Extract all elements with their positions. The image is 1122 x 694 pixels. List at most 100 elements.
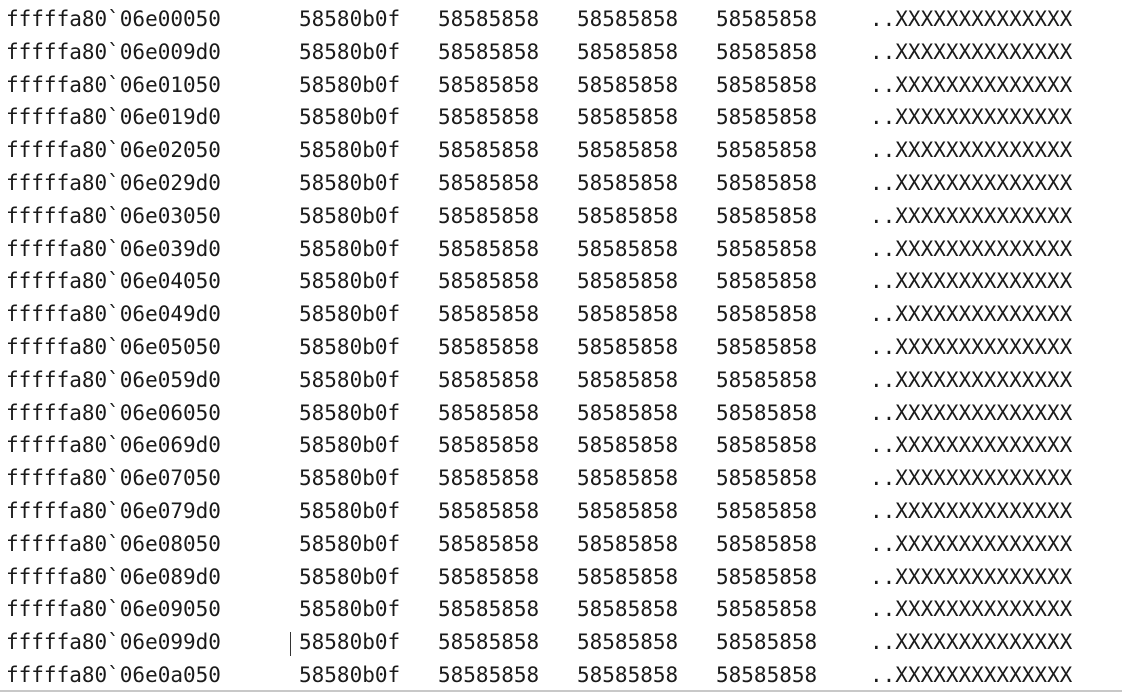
dword-value: 58585858: [577, 203, 679, 228]
dword-value: 58585858: [577, 105, 679, 130]
ascii-column: ..XXXXXXXXXXXXXX: [870, 433, 1073, 458]
dword-value: 58585858: [716, 597, 818, 622]
dword-value: 58585858: [438, 302, 540, 327]
dword-value: 58585858: [716, 662, 818, 687]
dword-value: 58580b0f: [299, 662, 401, 687]
dword-value: 58585858: [716, 334, 818, 359]
row-address: fffffa80`06e079d0: [6, 498, 221, 523]
dword-value: 58585858: [438, 531, 540, 556]
row-address: fffffa80`06e099d0: [6, 630, 221, 655]
dword-value: 58585858: [577, 302, 679, 327]
dump-row: fffffa80`06e049d0 58580b0f 58585858 5858585…: [6, 298, 1116, 331]
ascii-column: ..XXXXXXXXXXXXXX: [870, 203, 1073, 228]
dword-value: 58585858: [577, 7, 679, 31]
dword-value: 58585858: [716, 302, 818, 327]
dump-row: fffffa80`06e0a050 58580b0f 58585858 5858585…: [6, 659, 1116, 692]
dword-value: 58580b0f: [299, 597, 401, 622]
dword-value: 58585858: [716, 170, 818, 195]
dword-value: 58585858: [716, 138, 818, 163]
dword-value: 58585858: [438, 433, 540, 458]
dword-value: 58585858: [577, 564, 679, 589]
dword-value: 58585858: [577, 269, 679, 294]
dword-value: 58580b0f: [299, 39, 401, 64]
row-address: fffffa80`06e09050: [6, 597, 221, 622]
ascii-column: ..XXXXXXXXXXXXXX: [870, 564, 1073, 589]
dword-value: 58585858: [716, 466, 818, 491]
dword-value: 58585858: [577, 400, 679, 425]
dword-value: 58580b0f: [299, 498, 401, 523]
ascii-column: ..XXXXXXXXXXXXXX: [870, 498, 1073, 523]
dword-value: 58585858: [438, 203, 540, 228]
dword-value: 58585858: [438, 630, 540, 655]
dump-row: fffffa80`06e02050 58580b0f 58585858 5858585…: [6, 134, 1116, 167]
dword-value: 58580b0f: [299, 170, 401, 195]
ascii-column: ..XXXXXXXXXXXXXX: [870, 39, 1073, 64]
ascii-column: ..XXXXXXXXXXXXXX: [870, 466, 1073, 491]
row-address: fffffa80`06e069d0: [6, 433, 221, 458]
dword-value: 58585858: [438, 334, 540, 359]
dword-value: 58580b0f: [299, 236, 401, 261]
dword-value: 58585858: [577, 367, 679, 392]
dump-row: fffffa80`06e059d0 58580b0f 58585858 5858585…: [6, 364, 1116, 397]
dump-row: fffffa80`06e03050 58580b0f 58585858 5858585…: [6, 200, 1116, 233]
dword-value: 58580b0f: [299, 367, 401, 392]
dump-row: fffffa80`06e07050 58580b0f 58585858 5858585…: [6, 462, 1116, 495]
dump-row: fffffa80`06e039d0 58580b0f 58585858 5858585…: [6, 233, 1116, 266]
dword-value: 58585858: [716, 531, 818, 556]
dword-value: 58585858: [716, 269, 818, 294]
ascii-column: ..XXXXXXXXXXXXXX: [870, 302, 1073, 327]
dword-value: 58580b0f: [299, 302, 401, 327]
dump-row: fffffa80`06e09050 58580b0f 58585858 5858585…: [6, 593, 1116, 626]
ascii-column: ..XXXXXXXXXXXXXX: [870, 334, 1073, 359]
memory-dump-view: fffffa80`06e00050 58580b0f 58585858 5858585…: [6, 3, 1116, 692]
dump-row: fffffa80`06e029d0 58580b0f 58585858 5858585…: [6, 167, 1116, 200]
dword-value: 58585858: [577, 498, 679, 523]
dword-value: 58585858: [577, 138, 679, 163]
dword-value: 58580b0f: [299, 400, 401, 425]
dword-value: 58585858: [438, 39, 540, 64]
dword-value: 58580b0f: [299, 564, 401, 589]
dword-value: 58585858: [716, 498, 818, 523]
dword-value: 58585858: [438, 105, 540, 130]
dump-row: fffffa80`06e019d0 58580b0f 58585858 5858585…: [6, 101, 1116, 134]
row-address: fffffa80`06e06050: [6, 400, 221, 425]
dword-value: 58585858: [716, 630, 818, 655]
dword-value: 58585858: [438, 498, 540, 523]
row-address: fffffa80`06e00050: [6, 7, 221, 31]
dump-row: fffffa80`06e08050 58580b0f 58585858 5858585…: [6, 528, 1116, 561]
row-address: fffffa80`06e039d0: [6, 236, 221, 261]
dword-value: 58585858: [438, 564, 540, 589]
bottom-divider: [0, 690, 1122, 692]
dump-row: fffffa80`06e06050 58580b0f 58585858 5858585…: [6, 397, 1116, 430]
row-address: fffffa80`06e049d0: [6, 302, 221, 327]
row-address: fffffa80`06e0a050: [6, 662, 221, 687]
dump-row: fffffa80`06e089d0 58580b0f 58585858 5858585…: [6, 561, 1116, 594]
dword-value: 58585858: [716, 367, 818, 392]
dump-row: fffffa80`06e00050 58580b0f 58585858 5858585…: [6, 3, 1116, 36]
dword-value: 58580b0f: [299, 7, 401, 31]
dword-value: 58585858: [438, 236, 540, 261]
dword-value: 58585858: [438, 72, 540, 97]
dump-row: fffffa80`06e099d0 58580b0f 58585858 5858585…: [6, 626, 1116, 659]
dword-value: 58585858: [716, 7, 818, 31]
dword-value: 58585858: [716, 236, 818, 261]
dword-value: 58580b0f: [299, 433, 401, 458]
dword-value: 58585858: [577, 433, 679, 458]
dword-value: 58585858: [577, 662, 679, 687]
dword-value: 58585858: [438, 7, 540, 31]
dword-value: 58580b0f: [299, 334, 401, 359]
text-caret: [290, 632, 291, 656]
row-address: fffffa80`06e03050: [6, 203, 221, 228]
dword-value: 58585858: [577, 334, 679, 359]
ascii-column: ..XXXXXXXXXXXXXX: [870, 236, 1073, 261]
dword-value: 58585858: [438, 400, 540, 425]
ascii-column: ..XXXXXXXXXXXXXX: [870, 105, 1073, 130]
ascii-column: ..XXXXXXXXXXXXXX: [870, 269, 1073, 294]
ascii-column: ..XXXXXXXXXXXXXX: [870, 531, 1073, 556]
ascii-column: ..XXXXXXXXXXXXXX: [870, 170, 1073, 195]
dword-value: 58580b0f: [299, 269, 401, 294]
dword-value: 58585858: [577, 531, 679, 556]
ascii-column: ..XXXXXXXXXXXXXX: [870, 400, 1073, 425]
dword-value: 58585858: [716, 564, 818, 589]
dword-value: 58585858: [438, 170, 540, 195]
